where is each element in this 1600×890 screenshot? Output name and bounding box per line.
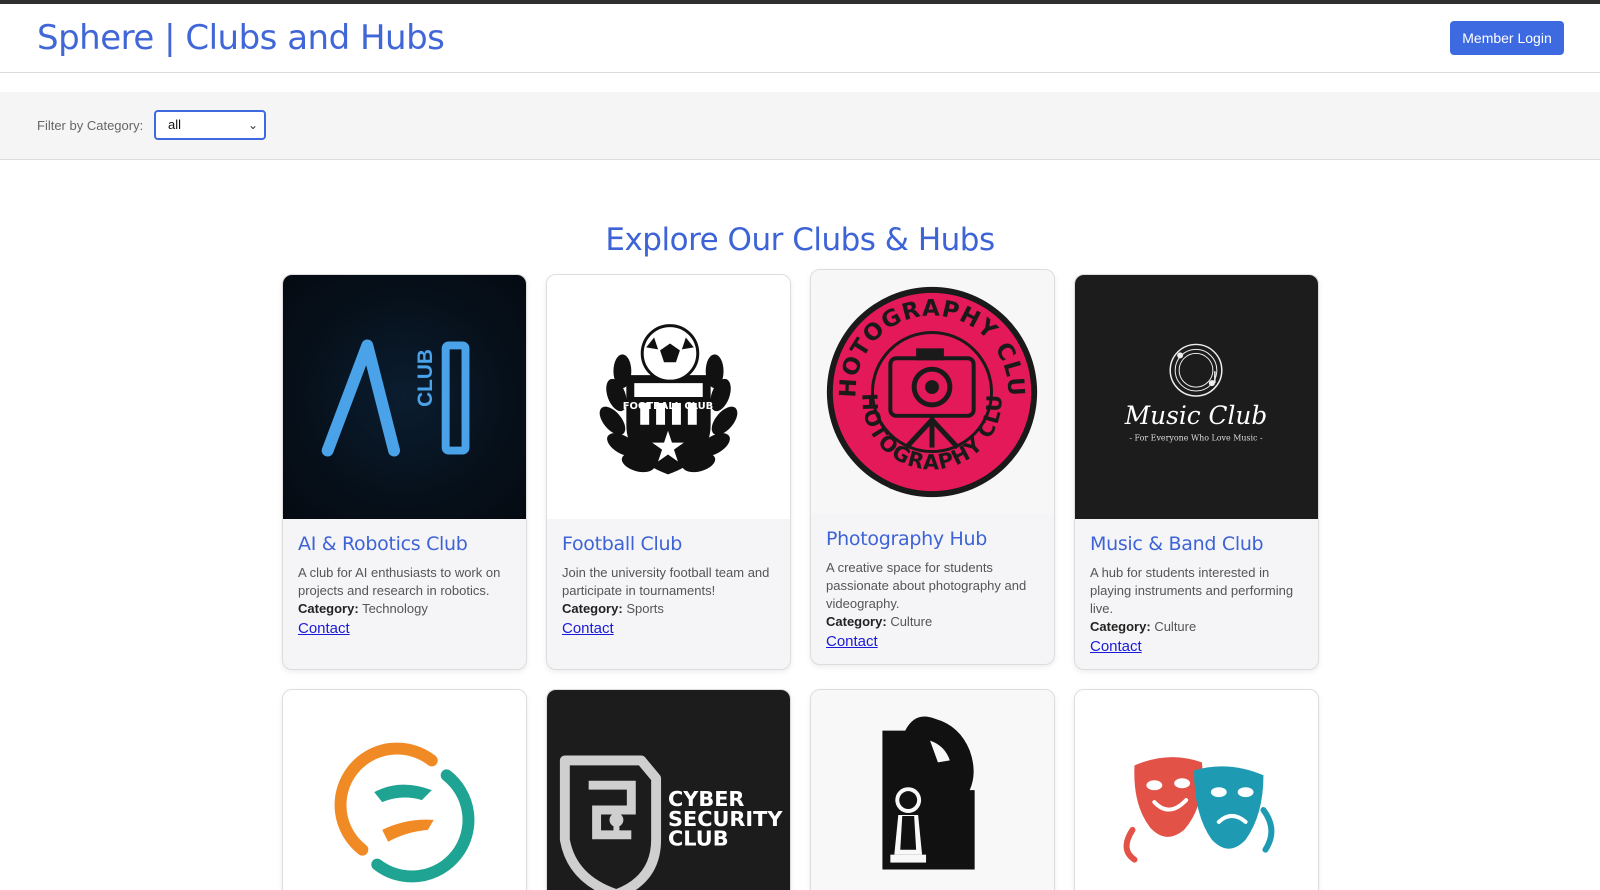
club-name: Photography Hub — [826, 528, 987, 550]
contact-link[interactable]: Contact — [562, 620, 614, 637]
chevron-down-icon: ⌄ — [247, 118, 258, 132]
club-card — [810, 689, 1055, 890]
football-logo-text: FOOTBALL CLUB — [623, 401, 713, 412]
filter-bar: Filter by Category: all ⌄ — [0, 92, 1600, 160]
club-description: A club for AI enthusiasts to work on pro… — [298, 565, 501, 598]
member-login-button[interactable]: Member Login — [1450, 21, 1564, 55]
club-name: AI & Robotics Club — [298, 533, 468, 555]
club-description: A hub for students interested in playing… — [1090, 565, 1294, 616]
filter-label: Filter by Category: — [37, 118, 144, 133]
football-club-logo: FOOTBALL CLUB — [547, 275, 790, 519]
club-card: Music Club - For Everyone Who Love Music… — [1074, 274, 1319, 670]
contact-link[interactable]: Contact — [298, 620, 350, 637]
ai-club-logo: CLUB — [283, 275, 526, 519]
music-logo-text: Music Club — [1124, 401, 1267, 430]
contact-link[interactable]: Contact — [826, 633, 878, 650]
club-category: Category: Technology — [298, 601, 428, 616]
site-header: Sphere | Clubs and Hubs Member Login — [0, 4, 1600, 73]
ai-logo-text: CLUB — [414, 349, 437, 407]
music-logo-subtext: - For Everyone Who Love Music - — [1129, 434, 1263, 443]
music-club-logo: Music Club - For Everyone Who Love Music… — [1075, 275, 1318, 519]
section-title: Explore Our Clubs & Hubs — [605, 222, 995, 258]
club-description: A creative space for students passionate… — [826, 560, 1027, 611]
club-name: Football Club — [562, 533, 682, 555]
theatre-masks-logo — [1075, 690, 1318, 890]
chess-club-logo — [811, 690, 1054, 890]
category-select-value: all — [168, 117, 182, 132]
club-card — [282, 689, 527, 890]
club-card: CYBER SECURITY CLUB — [546, 689, 791, 890]
club-category: Category: Sports — [562, 601, 664, 616]
club-card: CLUB AI & Robotics Club A club for AI en… — [282, 274, 527, 670]
contact-link[interactable]: Contact — [1090, 638, 1142, 655]
club-category: Category: Culture — [1090, 619, 1197, 634]
club-card: PHOTOGRAPHY CLUB PHOTOGRAPHY CLUB Photog… — [810, 269, 1055, 665]
cyber-security-club-logo: CYBER SECURITY CLUB — [547, 690, 790, 890]
category-select[interactable]: all ⌄ — [154, 110, 266, 140]
club-card — [1074, 689, 1319, 890]
helping-hands-logo — [283, 690, 526, 890]
photography-club-logo: PHOTOGRAPHY CLUB PHOTOGRAPHY CLUB — [811, 270, 1054, 514]
club-description: Join the university football team and pa… — [562, 565, 770, 598]
club-category: Category: Culture — [826, 614, 933, 629]
club-name: Music & Band Club — [1090, 533, 1264, 555]
cyber-logo-text-3: CLUB — [668, 827, 729, 851]
site-title[interactable]: Sphere | Clubs and Hubs — [37, 18, 445, 58]
club-card: FOOTBALL CLUB Football Club Join the uni… — [546, 274, 791, 670]
